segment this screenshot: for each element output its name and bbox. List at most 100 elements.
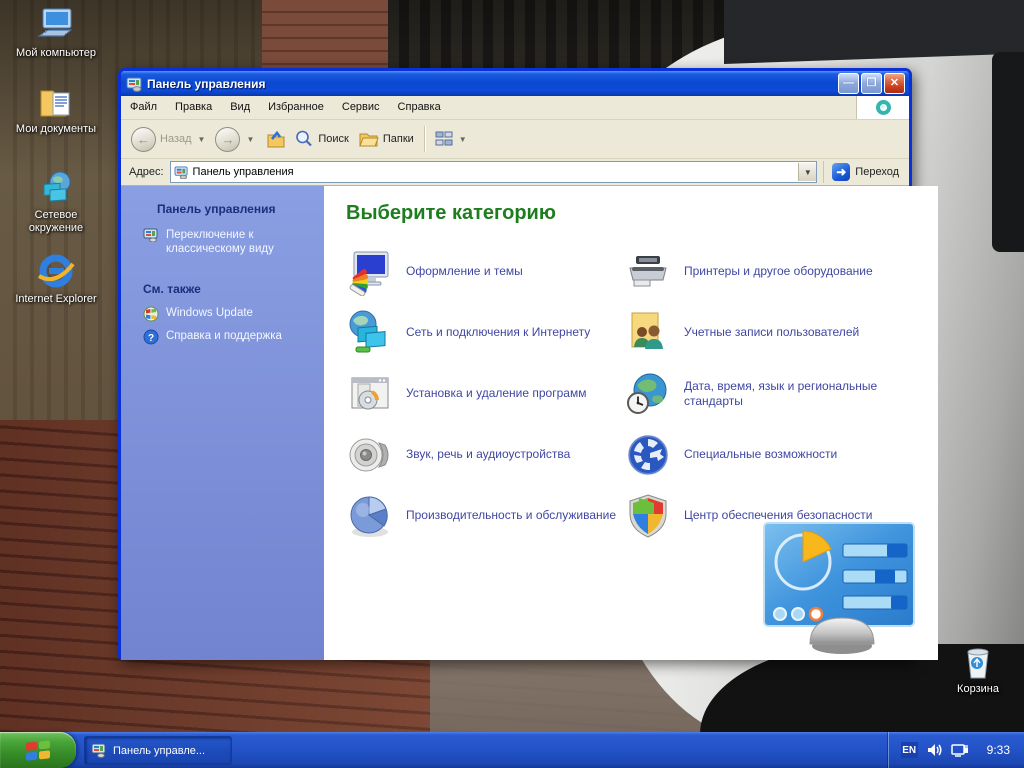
forward-button[interactable]: → ▼ (211, 125, 260, 154)
recycle-bin-icon (961, 644, 995, 680)
views-button[interactable]: ▼ (431, 129, 473, 149)
my-computer-icon (35, 8, 77, 44)
start-button[interactable] (0, 732, 76, 768)
desktop-icon-internet-explorer[interactable]: Internet Explorer (6, 250, 106, 306)
desktop-icon-recycle-bin[interactable]: Корзина (928, 644, 1024, 696)
folders-button[interactable]: Папки (353, 127, 418, 151)
category-date-time-language[interactable]: Дата, время, язык и региональные стандар… (624, 370, 924, 418)
folders-label: Папки (383, 133, 414, 145)
language-indicator[interactable]: EN (901, 742, 918, 758)
add-remove-programs-icon (346, 370, 394, 418)
taskbar-clock[interactable]: 9:33 (987, 743, 1010, 757)
forward-arrow-icon: → (215, 127, 240, 152)
close-glyph: ✕ (890, 78, 899, 89)
category-label: Оформление и темы (406, 264, 523, 279)
taskbar-task-control-panel[interactable]: Панель управле... (84, 736, 232, 765)
menu-favorites[interactable]: Избранное (259, 96, 333, 119)
volume-icon[interactable] (926, 742, 943, 758)
address-label: Адрес: (129, 166, 164, 178)
close-button[interactable]: ✕ (884, 73, 905, 94)
forward-dropdown-icon: ▼ (246, 135, 254, 144)
menu-edit[interactable]: Правка (166, 96, 221, 119)
sounds-audio-icon (346, 431, 394, 479)
sidebar-title: Панель управления (143, 202, 314, 216)
menu-help[interactable]: Справка (389, 96, 450, 119)
address-value: Панель управления (193, 166, 795, 178)
search-button[interactable]: Поиск (290, 127, 352, 151)
search-label: Поиск (318, 133, 348, 145)
go-arrow-icon: ➜ (832, 163, 850, 181)
accessibility-icon (624, 431, 672, 479)
classic-view-icon (143, 228, 159, 242)
control-panel-icon (126, 76, 142, 92)
sidebar: Панель управления Переключение к классич… (121, 186, 324, 660)
menu-view[interactable]: Вид (221, 96, 259, 119)
category-label: Производительность и обслуживание (406, 508, 616, 523)
window-title: Панель управления (147, 77, 836, 91)
desktop-icon-my-computer[interactable]: Мой компьютер (6, 8, 106, 60)
sidebar-item-label: Windows Update (166, 306, 253, 320)
category-label: Центр обеспечения безопасности (684, 508, 873, 523)
desktop-icon-my-documents[interactable]: Мои документы (6, 86, 106, 136)
taskbar: Панель управле... EN 9:33 (0, 732, 1024, 768)
sidebar-see-also-header: См. также (143, 282, 314, 296)
user-accounts-icon (624, 309, 672, 357)
address-dropdown-button[interactable]: ▼ (798, 163, 816, 181)
desktop-icon-label: Мой компьютер (6, 47, 106, 60)
category-performance-maintenance[interactable]: Производительность и обслуживание (346, 492, 618, 540)
back-arrow-icon: ← (131, 127, 156, 152)
address-bar: Адрес: Панель управления ▼ ➜ Переход (121, 159, 909, 186)
menu-file[interactable]: Файл (121, 96, 166, 119)
category-label: Принтеры и другое оборудование (684, 264, 873, 279)
wallpaper-car-roof (724, 0, 1024, 64)
category-sounds-audio[interactable]: Звук, речь и аудиоустройства (346, 431, 618, 479)
window-content: Панель управления Переключение к классич… (121, 186, 909, 660)
network-internet-icon (346, 309, 394, 357)
folders-icon (357, 129, 379, 149)
maximize-button[interactable]: ❐ (861, 73, 882, 94)
category-label: Сеть и подключения к Интернету (406, 325, 590, 340)
category-accessibility[interactable]: Специальные возможности (624, 431, 924, 479)
task-button-label: Панель управле... (113, 745, 205, 757)
windows-update-icon (143, 306, 159, 322)
category-appearance-themes[interactable]: Оформление и темы (346, 248, 618, 296)
back-button[interactable]: ← Назад ▼ (127, 125, 211, 154)
throbber-area (856, 96, 909, 119)
task-control-panel-icon (91, 743, 107, 758)
desktop-icon-network-places[interactable]: Сетевое окружение (6, 170, 106, 235)
sidebar-item-switch-classic-view[interactable]: Переключение к классическому виду (143, 228, 314, 256)
category-printers-hardware[interactable]: Принтеры и другое оборудование (624, 248, 924, 296)
address-control-panel-icon (174, 166, 189, 179)
menu-tools[interactable]: Сервис (333, 96, 389, 119)
page-title: Выберите категорию (346, 202, 924, 225)
network-device-icon[interactable] (951, 742, 969, 758)
address-input[interactable]: Панель управления ▼ (170, 161, 818, 183)
category-add-remove-programs[interactable]: Установка и удаление программ (346, 370, 618, 418)
help-icon: ? (143, 329, 159, 345)
printers-hardware-icon (624, 248, 672, 296)
sidebar-item-label: Справка и поддержка (166, 329, 282, 343)
sidebar-item-help-support[interactable]: ? Справка и поддержка (143, 329, 314, 345)
wallpaper-car-window (992, 52, 1024, 252)
go-button[interactable]: ➜ Переход (823, 161, 907, 183)
category-pane: Выберите категорию (324, 186, 938, 660)
security-center-icon (624, 492, 672, 540)
window-titlebar[interactable]: Панель управления — ❐ ✕ (121, 71, 909, 96)
svg-text:?: ? (148, 333, 154, 344)
menu-bar: Файл Правка Вид Избранное Сервис Справка (121, 96, 909, 120)
category-network-internet[interactable]: Сеть и подключения к Интернету (346, 309, 618, 357)
desktop-icon-label: Корзина (928, 683, 1024, 696)
category-label: Звук, речь и аудиоустройства (406, 447, 570, 462)
up-button[interactable] (260, 127, 290, 151)
maximize-glyph: ❐ (867, 78, 877, 89)
sidebar-item-label: Переключение к классическому виду (166, 228, 314, 256)
date-time-language-icon (624, 370, 672, 418)
control-panel-watermark (763, 522, 921, 654)
windows-throbber-icon (876, 100, 891, 115)
category-label: Дата, время, язык и региональные стандар… (684, 379, 899, 409)
category-user-accounts[interactable]: Учетные записи пользователей (624, 309, 924, 357)
sidebar-item-windows-update[interactable]: Windows Update (143, 306, 314, 322)
windows-logo-icon (24, 738, 52, 762)
control-panel-window: Панель управления — ❐ ✕ Файл Правка Вид … (118, 68, 912, 660)
minimize-button[interactable]: — (838, 73, 859, 94)
